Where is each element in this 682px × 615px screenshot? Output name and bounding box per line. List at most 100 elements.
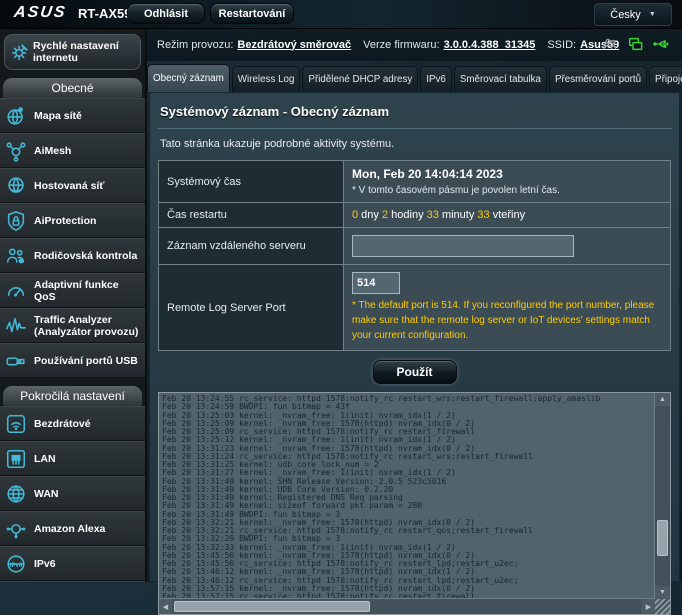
field-value: Mon, Feb 20 14:04:14 2023* V tomto časov… xyxy=(344,161,670,202)
language-select[interactable]: Česky ▼ xyxy=(594,3,672,26)
sidebar-item-label: WAN xyxy=(34,488,59,500)
sidebar-item-label: AiProtection xyxy=(34,215,96,227)
horizontal-scroll-thumb[interactable] xyxy=(174,601,370,612)
settings-table: Systémový časMon, Feb 20 14:04:14 2023* … xyxy=(158,160,671,351)
globe-icon xyxy=(4,483,28,505)
logout-button[interactable]: Odhlásit xyxy=(127,3,205,24)
log-tabs: Obecný záznamWireless LogPřidělené DHCP … xyxy=(147,61,682,92)
tab-ipv6-log[interactable]: IPv6 xyxy=(420,66,452,92)
field-value xyxy=(344,228,670,264)
scroll-right-arrow-icon[interactable]: ▶ xyxy=(642,599,655,614)
top-banner: ASUS RT-AX59U Odhlásit Restartování Česk… xyxy=(0,0,682,29)
firmware-version-link[interactable]: 3.0.0.4.388_31345 xyxy=(444,39,536,51)
network-status-icon[interactable] xyxy=(627,36,643,52)
sidebar-item-parental-controls[interactable]: Rodičovská kontrola xyxy=(0,238,145,273)
sidebar-item-wireless[interactable]: Bezdrátové xyxy=(0,406,145,441)
field-row: Čas restartu0 dny 2 hodiny 33 minuty 33 … xyxy=(159,203,670,228)
remote-log-server-input[interactable] xyxy=(352,235,574,257)
vertical-scrollbar[interactable]: ▲ ▼ xyxy=(654,393,670,599)
sidebar-item-label: LAN xyxy=(34,453,56,465)
usb-status-icon[interactable] xyxy=(652,36,670,52)
field-label: Systémový čas xyxy=(159,161,344,202)
svg-text:IPv6: IPv6 xyxy=(10,562,23,568)
traffic-wave-icon xyxy=(4,315,28,337)
sidebar-item-aiprotection[interactable]: AiProtection xyxy=(0,203,145,238)
sidebar-item-label: IPv6 xyxy=(34,558,56,570)
quick-setup-label: Rychlé nastavení internetu xyxy=(33,40,138,64)
sidebar-item-label: Amazon Alexa xyxy=(34,523,105,535)
sidebar-item-traffic-analyzer[interactable]: Traffic Analyzer (Analyzátor provozu) xyxy=(0,308,145,343)
lan-port-icon xyxy=(4,448,28,470)
sidebar: Rychlé nastavení internetu Obecné Mapa sí… xyxy=(0,28,147,582)
alexa-icon xyxy=(4,518,28,540)
port-note: * The default port is 514. If you reconf… xyxy=(352,296,662,346)
field-row: Remote Log Server Port* The default port… xyxy=(159,265,670,350)
ssid-label: SSID: xyxy=(547,39,576,51)
language-value: Česky xyxy=(610,9,641,21)
firmware-label: Verze firmwaru: xyxy=(363,39,439,51)
operation-mode-label: Režim provozu: xyxy=(157,39,233,51)
quick-internet-setup-button[interactable]: Rychlé nastavení internetu xyxy=(4,34,141,70)
chevron-down-icon: ▼ xyxy=(649,11,656,18)
shield-lock-icon xyxy=(4,210,28,232)
sidebar-item-ipv6[interactable]: IPv6 IPv6 xyxy=(0,546,145,581)
sidebar-item-usb-application[interactable]: Používání portů USB xyxy=(0,343,145,378)
scroll-up-arrow-icon[interactable]: ▲ xyxy=(655,393,670,406)
sidebar-item-label: AiMesh xyxy=(34,145,71,157)
apply-button[interactable]: Použít xyxy=(373,360,457,384)
field-label: Remote Log Server Port xyxy=(159,265,344,350)
horizontal-scrollbar[interactable]: ◀ ▶ xyxy=(159,598,655,614)
vertical-scroll-thumb[interactable] xyxy=(657,520,668,556)
page-description: Tato stránka ukazuje podrobné aktivity s… xyxy=(157,129,672,160)
dst-note: * V tomto časovém pásmu je povolen letní… xyxy=(352,181,662,198)
tab-wireless-log[interactable]: Wireless Log xyxy=(232,66,301,92)
tab-routing-table[interactable]: Směrovací tabulka xyxy=(454,66,547,92)
system-time-value: Mon, Feb 20 14:04:14 2023 xyxy=(352,165,662,181)
remote-log-port-input[interactable] xyxy=(352,272,400,294)
sidebar-item-label: Hostovaná síť xyxy=(34,180,104,192)
guest-network-icon xyxy=(4,175,28,197)
scroll-down-arrow-icon[interactable]: ▼ xyxy=(655,586,670,599)
quick-setup-gear-icon xyxy=(7,41,33,63)
sidebar-section-header: Pokročilá nastavení xyxy=(3,386,142,406)
network-map-icon xyxy=(4,105,28,127)
sidebar-item-wan[interactable]: WAN xyxy=(0,476,145,511)
system-log-text: Feb 20 13:24:55 rc_service: httpd 1578:n… xyxy=(159,393,654,599)
field-label: Záznam vzdáleného serveru xyxy=(159,228,344,264)
sidebar-item-amazon-alexa[interactable]: Amazon Alexa xyxy=(0,511,145,546)
sidebar-item-adaptive-qos[interactable]: Adaptivní funkce QoS xyxy=(0,273,145,308)
asus-logo: ASUS xyxy=(13,4,68,22)
main-panel: Systémový záznam - Obecný záznam Tato st… xyxy=(149,92,680,582)
field-value: 0 dny 2 hodiny 33 minuty 33 vteřiny xyxy=(344,203,670,227)
tab-port-forwarding[interactable]: Přesměrování portů xyxy=(549,66,647,92)
sidebar-item-lan[interactable]: LAN xyxy=(0,441,145,476)
field-row: Systémový časMon, Feb 20 14:04:14 2023* … xyxy=(159,161,670,203)
ipv6-globe-icon: IPv6 xyxy=(4,553,28,575)
tab-connections[interactable]: Připojení xyxy=(649,66,682,92)
usb-icon xyxy=(4,350,28,372)
tab-dhcp-leases[interactable]: Přidělené DHCP adresy xyxy=(302,66,418,92)
page-title: Systémový záznam - Obecný záznam xyxy=(157,93,672,129)
reboot-button[interactable]: Restartování xyxy=(210,3,294,24)
sidebar-item-label: Traffic Analyzer (Analyzátor provozu) xyxy=(34,314,141,338)
sidebar-item-label: Bezdrátové xyxy=(34,418,91,430)
sidebar-item-aimesh[interactable]: AiMesh xyxy=(0,133,145,168)
wifi-icon xyxy=(4,413,28,435)
sidebar-item-guest-network[interactable]: Hostovaná síť xyxy=(0,168,145,203)
sidebar-section-header: Obecné xyxy=(3,78,142,98)
parental-controls-icon xyxy=(4,245,28,267)
resize-grip[interactable] xyxy=(655,599,670,614)
qos-gauge-icon xyxy=(4,280,28,302)
sidebar-item-network-map[interactable]: Mapa sítě xyxy=(0,98,145,133)
scroll-left-arrow-icon[interactable]: ◀ xyxy=(159,599,172,614)
aimesh-icon xyxy=(4,140,28,162)
field-row: Záznam vzdáleného serveru xyxy=(159,228,670,265)
tab-general-log[interactable]: Obecný záznam xyxy=(147,64,230,92)
sidebar-item-label: Adaptivní funkce QoS xyxy=(34,279,141,303)
sidebar-item-label: Používání portů USB xyxy=(34,355,138,367)
clients-icon[interactable] xyxy=(602,36,618,52)
sidebar-item-label: Mapa sítě xyxy=(34,110,82,122)
operation-mode-link[interactable]: Bezdrátový směrovač xyxy=(237,39,351,51)
field-value: * The default port is 514. If you reconf… xyxy=(344,265,670,350)
sidebar-item-label: Rodičovská kontrola xyxy=(34,250,137,262)
